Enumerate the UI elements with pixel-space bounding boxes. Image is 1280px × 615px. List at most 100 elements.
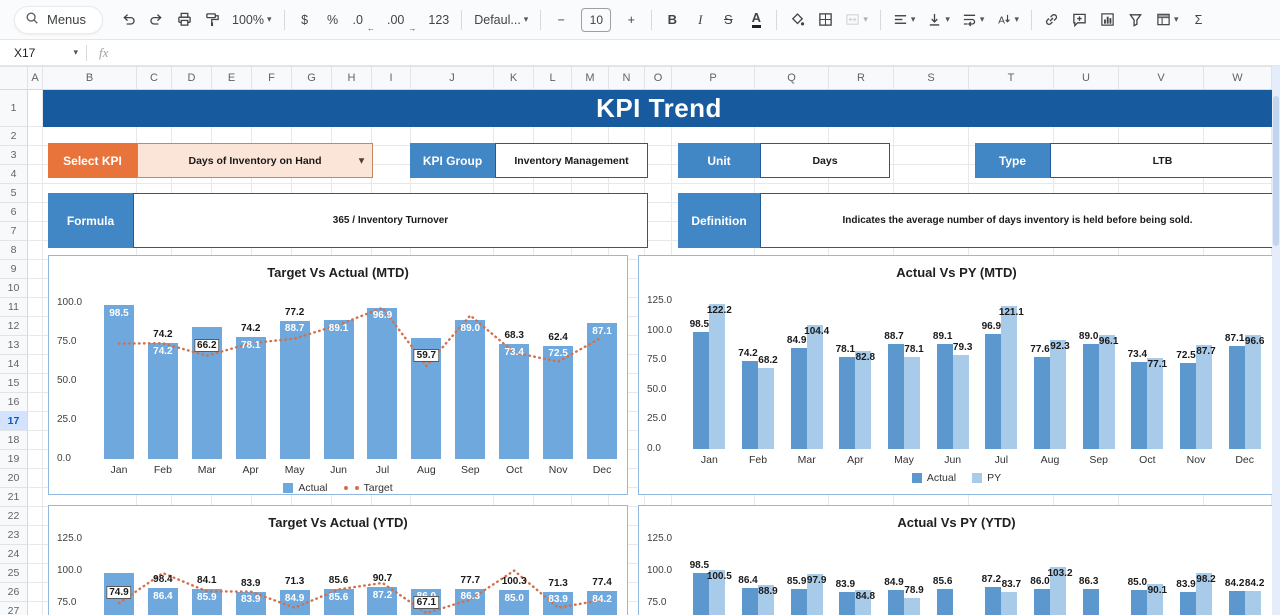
column-header-G[interactable]: G bbox=[292, 66, 332, 90]
format-percent-button[interactable]: % bbox=[320, 7, 346, 33]
paint-format-button[interactable] bbox=[199, 7, 225, 33]
row-header-15[interactable]: 15 bbox=[0, 374, 28, 393]
row-header-18[interactable]: 18 bbox=[0, 431, 28, 450]
column-header-N[interactable]: N bbox=[609, 66, 645, 90]
formula-input[interactable] bbox=[120, 40, 1280, 65]
column-header-A[interactable]: A bbox=[28, 66, 43, 90]
insert-chart-button[interactable] bbox=[1095, 7, 1121, 33]
row-header-5[interactable]: 5 bbox=[0, 184, 28, 203]
horizontal-align-button[interactable]: ▾ bbox=[888, 7, 921, 33]
increase-decimals-button[interactable]: .00→ bbox=[382, 7, 421, 33]
row-header-14[interactable]: 14 bbox=[0, 355, 28, 374]
column-header-Q[interactable]: Q bbox=[755, 66, 829, 90]
text-rotation-button[interactable]: A▾ bbox=[991, 7, 1024, 33]
column-header-V[interactable]: V bbox=[1119, 66, 1204, 90]
undo-button[interactable] bbox=[115, 7, 141, 33]
row-header-11[interactable]: 11 bbox=[0, 298, 28, 317]
row-header-19[interactable]: 19 bbox=[0, 450, 28, 469]
column-header-W[interactable]: W bbox=[1204, 66, 1272, 90]
decrease-decimals-button[interactable]: .0← bbox=[348, 7, 380, 33]
vertical-align-button[interactable]: ▾ bbox=[922, 7, 955, 33]
chevron-down-icon: ▾ bbox=[980, 15, 985, 24]
bold-button[interactable]: B bbox=[659, 7, 685, 33]
menus-search[interactable]: Menus bbox=[14, 6, 103, 34]
row-header-22[interactable]: 22 bbox=[0, 507, 28, 526]
create-filter-button[interactable] bbox=[1123, 7, 1149, 33]
column-header-L[interactable]: L bbox=[534, 66, 572, 90]
column-header-J[interactable]: J bbox=[411, 66, 494, 90]
row-header-27[interactable]: 27 bbox=[0, 602, 28, 615]
column-header-D[interactable]: D bbox=[172, 66, 212, 90]
increase-font-size-button[interactable]: + bbox=[618, 7, 644, 33]
x-axis-label-feb: Feb bbox=[141, 464, 185, 476]
column-header-R[interactable]: R bbox=[829, 66, 894, 90]
column-header-E[interactable]: E bbox=[212, 66, 252, 90]
column-header-C[interactable]: C bbox=[137, 66, 172, 90]
font-size-button[interactable]: 10 bbox=[576, 7, 616, 33]
column-header-K[interactable]: K bbox=[494, 66, 534, 90]
row-header-25[interactable]: 25 bbox=[0, 564, 28, 583]
row-header-26[interactable]: 26 bbox=[0, 583, 28, 602]
column-header-T[interactable]: T bbox=[969, 66, 1054, 90]
text-color-button[interactable]: A bbox=[743, 7, 769, 33]
chart-actual-vs-py-ytd[interactable]: Actual Vs PY (YTD)125.0100.075.050.025.0… bbox=[638, 505, 1275, 615]
row-header-23[interactable]: 23 bbox=[0, 526, 28, 545]
label-apr-target: 83.9 bbox=[229, 578, 273, 589]
row-header-4[interactable]: 4 bbox=[0, 165, 28, 184]
font-button[interactable]: Defaul...▾ bbox=[469, 7, 533, 33]
row-header-2[interactable]: 2 bbox=[0, 127, 28, 146]
row-header-21[interactable]: 21 bbox=[0, 488, 28, 507]
column-header-U[interactable]: U bbox=[1054, 66, 1119, 90]
row-header-13[interactable]: 13 bbox=[0, 336, 28, 355]
column-header-I[interactable]: I bbox=[372, 66, 411, 90]
label-may-actual: 84.9 bbox=[273, 593, 317, 604]
merge-cells-button[interactable]: ▾ bbox=[840, 7, 873, 33]
column-header-S[interactable]: S bbox=[894, 66, 969, 90]
fill-color-button[interactable] bbox=[784, 7, 810, 33]
row-header-1[interactable]: 1 bbox=[0, 90, 28, 127]
redo-button[interactable] bbox=[143, 7, 169, 33]
column-header-F[interactable]: F bbox=[252, 66, 292, 90]
row-header-10[interactable]: 10 bbox=[0, 279, 28, 298]
row-header-7[interactable]: 7 bbox=[0, 222, 28, 241]
column-header-M[interactable]: M bbox=[572, 66, 609, 90]
chart-actual-vs-py-mtd[interactable]: Actual Vs PY (MTD)125.0100.075.050.025.0… bbox=[638, 255, 1275, 495]
italic-button[interactable]: I bbox=[687, 7, 713, 33]
vertical-align-icon bbox=[927, 12, 942, 27]
row-header-24[interactable]: 24 bbox=[0, 545, 28, 564]
row-header-6[interactable]: 6 bbox=[0, 203, 28, 222]
print-button[interactable] bbox=[171, 7, 197, 33]
kpi-dropdown[interactable]: Days of Inventory on Hand ▾ bbox=[137, 143, 373, 178]
row-header-8[interactable]: 8 bbox=[0, 241, 28, 260]
column-header-O[interactable]: O bbox=[645, 66, 672, 90]
column-header-B[interactable]: B bbox=[43, 66, 137, 90]
number-format-button[interactable]: 123 bbox=[423, 7, 454, 33]
scrollbar-thumb[interactable] bbox=[1273, 96, 1279, 246]
zoom-button[interactable]: 100%▾ bbox=[227, 7, 277, 33]
row-header-9[interactable]: 9 bbox=[0, 260, 28, 279]
functions-button[interactable]: Σ bbox=[1186, 7, 1212, 33]
table-views-button[interactable]: ▾ bbox=[1151, 7, 1184, 33]
decrease-font-size-button[interactable]: − bbox=[548, 7, 574, 33]
column-header-P[interactable]: P bbox=[672, 66, 755, 90]
row-header-17[interactable]: 17 bbox=[0, 412, 28, 431]
borders-button[interactable] bbox=[812, 7, 838, 33]
strikethrough-button[interactable]: S bbox=[715, 7, 741, 33]
text-wrap-button[interactable]: ▾ bbox=[957, 7, 990, 33]
row-header-12[interactable]: 12 bbox=[0, 317, 28, 336]
name-box[interactable]: X17 ▾ bbox=[0, 46, 86, 60]
x-axis-label-aug: Aug bbox=[1026, 454, 1075, 466]
chart-target-vs-actual-ytd[interactable]: Target Vs Actual (YTD)125.0100.075.050.0… bbox=[48, 505, 628, 615]
select-all-corner[interactable] bbox=[0, 66, 28, 90]
chart-target-vs-actual-mtd[interactable]: Target Vs Actual (MTD)100.075.050.025.00… bbox=[48, 255, 628, 495]
column-header-H[interactable]: H bbox=[332, 66, 372, 90]
row-header-3[interactable]: 3 bbox=[0, 146, 28, 165]
vertical-scrollbar[interactable] bbox=[1272, 66, 1280, 615]
toolbar-divider bbox=[461, 10, 462, 30]
row-header-16[interactable]: 16 bbox=[0, 393, 28, 412]
insert-comment-button[interactable] bbox=[1067, 7, 1093, 33]
insert-link-button[interactable] bbox=[1039, 7, 1065, 33]
format-currency-button[interactable]: $ bbox=[292, 7, 318, 33]
row-header-20[interactable]: 20 bbox=[0, 469, 28, 488]
redo-icon bbox=[149, 12, 164, 27]
